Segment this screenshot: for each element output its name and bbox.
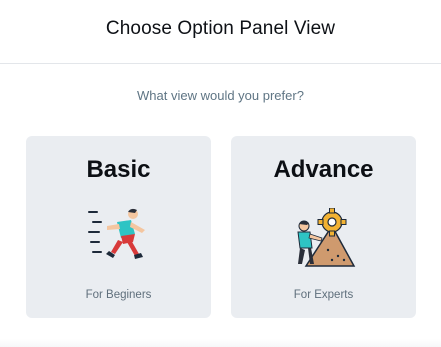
basic-option-title: Basic	[86, 156, 151, 183]
advance-option-subtitle: For Experts	[293, 289, 354, 301]
dialog-title: Choose Option Panel View	[105, 17, 336, 39]
choose-panel-view-dialog: Choose Option Panel View What view would…	[0, 0, 441, 347]
basic-option-card[interactable]: Basic For Beginers	[26, 136, 211, 318]
view-prompt: What view would you prefer?	[137, 88, 304, 103]
advance-option-title: Advance	[273, 156, 374, 183]
bottom-fade	[0, 339, 441, 347]
dialog-header: Choose Option Panel View	[0, 0, 441, 64]
basic-option-subtitle: For Beginers	[85, 289, 152, 301]
climber-gear-icon	[292, 207, 356, 268]
advance-option-card[interactable]: Advance For Experts	[231, 136, 416, 318]
running-person-icon	[87, 208, 151, 268]
